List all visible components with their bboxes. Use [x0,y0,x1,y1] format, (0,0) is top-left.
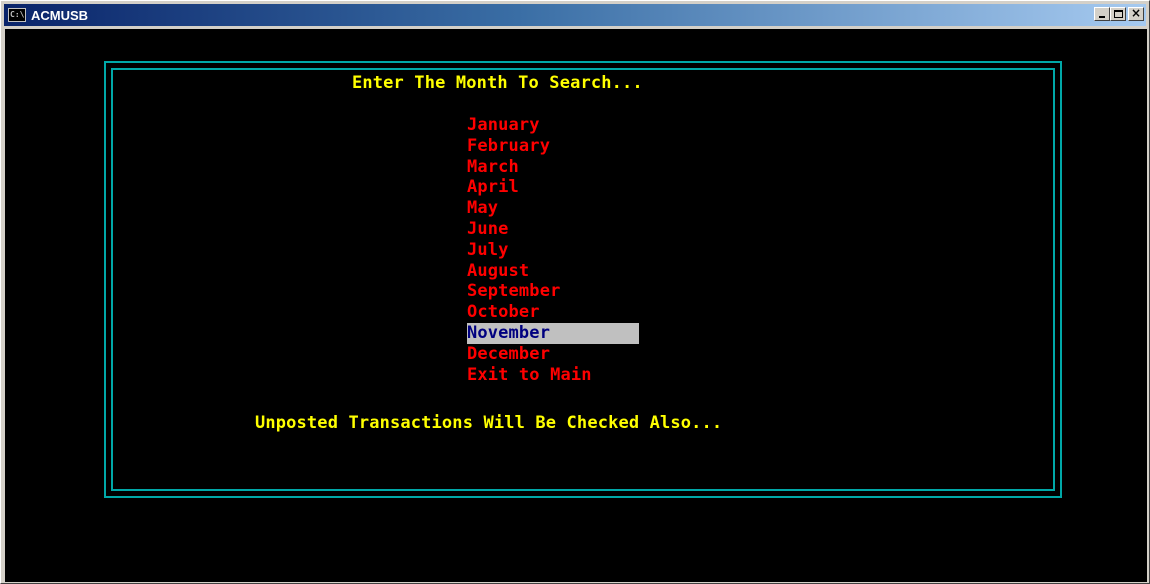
menu-item-august[interactable]: August [467,261,529,282]
console-screen[interactable]: Enter The Month To Search... January Febr… [5,29,1147,582]
menu-item-may[interactable]: May [467,198,498,219]
minimize-icon [1099,16,1105,18]
title-bar[interactable]: C:\ ACMUSB × [4,4,1146,26]
console-window: C:\ ACMUSB × Enter The Month To Search..… [0,0,1150,584]
menu-item-october[interactable]: October [467,302,540,323]
menu-item-april[interactable]: April [467,177,519,198]
menu-item-december[interactable]: December [467,344,550,365]
menu-item-september[interactable]: September [467,281,560,302]
menu-item-june[interactable]: June [467,219,509,240]
close-button[interactable]: × [1128,6,1144,21]
minimize-button[interactable] [1094,7,1110,21]
menu-item-february[interactable]: February [467,136,550,157]
window-title: ACMUSB [31,7,89,23]
close-icon: × [1130,6,1142,20]
menu-item-july[interactable]: July [467,240,509,261]
menu-item-exit-to-main[interactable]: Exit to Main [467,365,592,386]
footer-note: Unposted Transactions Will Be Checked Al… [255,413,723,433]
maximize-icon [1114,10,1123,18]
maximize-button[interactable] [1110,7,1126,21]
console-icon[interactable]: C:\ [8,8,26,22]
prompt-text: Enter The Month To Search... [352,73,643,93]
menu-item-january[interactable]: January [467,115,540,136]
menu-item-november[interactable]: November [467,323,639,344]
window-controls: × [1094,6,1144,21]
menu-item-march[interactable]: March [467,157,519,178]
